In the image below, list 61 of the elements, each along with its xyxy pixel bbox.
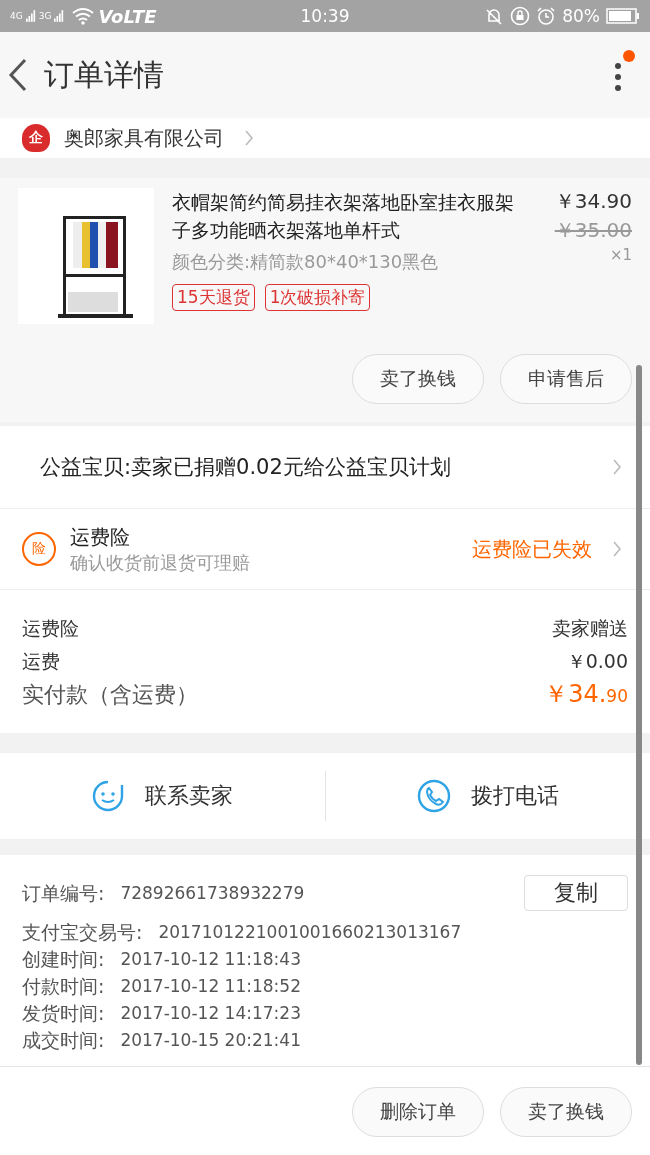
signal-icon [25,9,36,23]
insurance-status: 运费险已失效 [472,535,592,563]
signal-icon [54,9,65,23]
page-title: 订单详情 [44,55,165,94]
info-label: 支付宝交易号: [22,920,143,945]
lock-icon [510,6,531,26]
original-price: ￥35.00 [554,217,632,244]
action-button[interactable]: 卖了换钱 [352,354,484,404]
back-icon[interactable] [8,58,28,92]
info-label: 订单编号: [22,880,105,906]
chat-icon [91,779,126,813]
info-value: 2017-10-12 11:18:52 [120,975,301,998]
service-tag: 1次破损补寄 [264,284,371,311]
contact-button[interactable]: 联系卖家 [0,753,325,839]
insurance-title: 运费险 [70,523,131,551]
cost-label: 运费险 [22,616,79,641]
chevron-icon [612,458,622,476]
info-value: 2017-10-12 11:18:43 [120,948,301,971]
charity-row[interactable]: 公益宝贝:卖家已捐赠0.02元给公益宝贝计划 [0,426,650,509]
battery-icon [606,8,640,24]
quantity: ×1 [609,246,632,264]
shop-name[interactable]: 奥郎家具有限公司 [64,124,224,152]
shop-badge: 企 [22,124,50,152]
cost-label: 运费 [22,649,60,674]
insurance-icon: 险 [22,532,56,566]
cost-value: ￥0.00 [566,649,628,674]
product-price: ￥34.90 [554,188,632,215]
chevron-icon [612,540,622,558]
network-label: 3G [38,11,52,21]
product-variant: 颜色分类:精简款80*40*130黑色 [172,250,440,274]
phone-icon [416,779,451,813]
info-value: 72892661738932279 [120,881,305,905]
clock: 10:39 [300,6,350,26]
wifi-icon [71,7,96,25]
action-button[interactable]: 删除订单 [352,1087,484,1137]
info-label: 发货时间: [22,1001,105,1026]
info-value: 2017-10-12 14:17:23 [120,1002,301,1025]
battery-level: 80% [562,6,600,26]
network-label: 4G [10,11,23,21]
charity-text: 公益宝贝:卖家已捐赠0.02元给公益宝贝计划 [40,454,451,481]
copy-button[interactable]: 复制 [524,875,628,911]
contact-button[interactable]: 拨打电话 [325,753,650,839]
info-value: 2017101221001001660213013167 [158,921,462,944]
info-label: 付款时间: [22,974,105,999]
insurance-row[interactable]: 险 运费险 确认收货前退货可理赔 运费险已失效 [0,509,650,590]
chevron-icon [244,129,254,147]
info-value: 2017-10-15 20:21:41 [120,1029,301,1052]
total-amount: ￥34. [544,680,607,708]
service-tag: 15天退货 [172,284,255,311]
more-icon[interactable] [612,50,636,94]
cost-value: 卖家赠送 [552,616,628,641]
action-button[interactable]: 申请售后 [500,354,632,404]
product-title[interactable]: 衣帽架简约简易挂衣架落地卧室挂衣服架子多功能晒衣架落地单杆式 [172,188,528,244]
total-label: 实付款（含运费） [22,681,198,709]
info-label: 成交时间: [22,1028,105,1053]
action-button[interactable]: 卖了换钱 [500,1087,632,1137]
insurance-subtitle: 确认收货前退货可理赔 [70,550,251,575]
info-label: 创建时间: [22,947,105,972]
total-cents: 90 [606,686,628,706]
volte-label: VoLTE [98,5,157,27]
alarm-icon [536,6,557,26]
